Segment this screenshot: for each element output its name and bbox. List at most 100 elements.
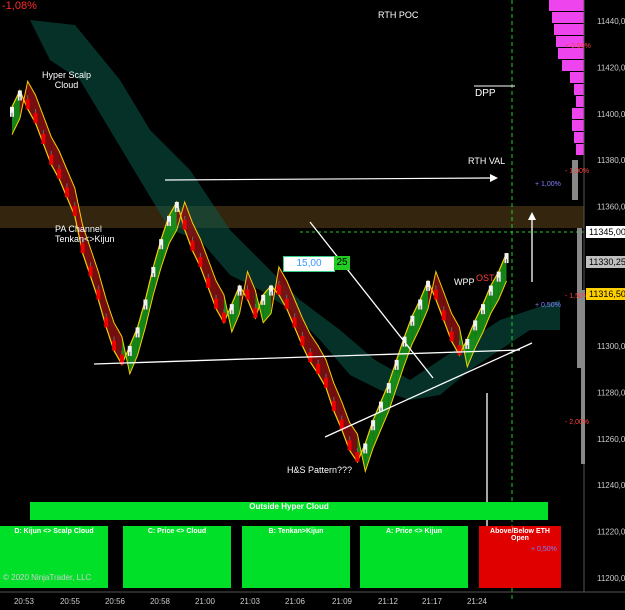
renko-wick [286,294,288,299]
volume-profile-bar [562,60,584,71]
y-tick-label: 11300,00 [597,342,625,351]
renko-bar [449,331,454,342]
renko-bar [214,298,219,309]
renko-bar [80,243,85,254]
grey-bar-3 [581,290,585,464]
renko-wick [372,426,374,431]
renko-bar [284,298,289,309]
renko-wick [349,436,351,441]
renko-wick [254,304,256,309]
percent-change: -1,08% [2,0,37,12]
renko-bar [245,289,250,300]
order-qty-field[interactable]: 25 [334,256,350,270]
renko-wick [90,262,91,267]
pct-marker-5: - 2,00% [565,419,590,426]
renko-bar [221,312,226,323]
renko-wick [160,245,162,250]
renko-wick [396,365,398,370]
ask-price-tag: 11330,25 [586,256,625,268]
renko-wick [137,333,139,338]
renko-wick [506,259,508,264]
renko-wick [121,350,123,355]
renko-wick [317,359,319,364]
grey-bar-1 [572,160,578,200]
x-tick-label: 21:00 [195,597,216,606]
copyright: © 2020 NinjaTrader, LLC [3,573,92,582]
renko-bar [324,377,328,388]
order-price-field[interactable]: 15,00 [283,256,335,272]
renko-wick [356,447,358,452]
x-tick-label: 20:53 [14,597,35,606]
renko-wick [105,313,107,318]
renko-bar [96,289,101,300]
panel-eth-label: Above/Below ETH Open [490,528,550,542]
renko-wick [411,321,413,326]
x-tick-label: 21:09 [332,597,353,606]
renko-bar [347,440,352,451]
renko-bar [190,240,195,251]
renko-bar [72,205,77,216]
dpp-label: DPP [475,88,496,99]
renko-bar [292,317,297,328]
renko-wick [309,348,311,353]
hyper-scalp-label: Hyper Scalp Cloud [42,70,92,90]
volume-profile-bar [572,108,584,119]
renko-wick [341,415,343,420]
renko-wick [427,286,429,291]
x-tick-label: 21:03 [240,597,261,606]
renko-bar [49,154,54,165]
renko-wick [215,294,217,299]
ost-label: OST [476,273,495,283]
panel-c-label: C: Price <> Cloud [147,528,207,535]
renko-bar [355,451,360,462]
renko-wick [388,389,390,394]
panel-eth-open: Above/Below ETH Open [479,526,561,588]
renko-wick [129,351,131,356]
renko-wick [223,308,225,313]
y-tick-label: 11220,00 [597,528,625,537]
renko-wick [97,285,99,290]
renko-wick [152,272,154,277]
renko-wick [435,285,437,290]
x-tick-label: 20:58 [150,597,171,606]
renko-wick [239,291,241,296]
renko-wick [113,336,115,341]
volume-profile-bar [576,96,584,107]
renko-wick [278,280,280,285]
y-tick-label: 11280,00 [597,388,625,397]
panel-b: B: Tenkan>Kijun [242,526,350,588]
hs-pattern-label: H&S Pattern??? [287,465,353,475]
renko-wick [498,277,500,282]
last-price-tag: 11345,00 [586,226,625,238]
y-tick-label: 11380,00 [597,156,625,165]
renko-wick [192,236,194,241]
renko-wick [451,327,453,332]
renko-bar [253,308,258,319]
y-tick-label: 11360,00 [597,203,625,212]
rth-poc-label: RTH POC [378,10,419,20]
outside-hyper-cloud-banner: Outside Hyper Cloud [30,502,548,520]
renko-wick [58,164,60,169]
renko-wick [19,96,21,101]
x-tick-label: 20:55 [60,597,81,606]
renko-wick [443,306,445,311]
renko-bar [182,219,187,230]
renko-bar [433,289,438,300]
y-tick-label: 11420,00 [597,63,625,72]
renko-bar [41,133,46,144]
renko-wick [27,95,29,100]
renko-bar [33,113,38,124]
wpp-label: WPP [454,277,475,287]
renko-wick [35,109,37,114]
renko-wick [247,285,248,290]
volume-profile-bar [570,72,584,83]
renko-wick [419,305,421,310]
y-tick-label: 11440,00 [597,17,625,26]
panel-c: C: Price <> Cloud [123,526,231,588]
renko-wick [42,129,44,134]
renko-wick [294,313,296,318]
renko-bar [104,317,109,328]
renko-wick [74,201,76,206]
renko-bar [457,345,462,356]
renko-bar [88,266,93,277]
